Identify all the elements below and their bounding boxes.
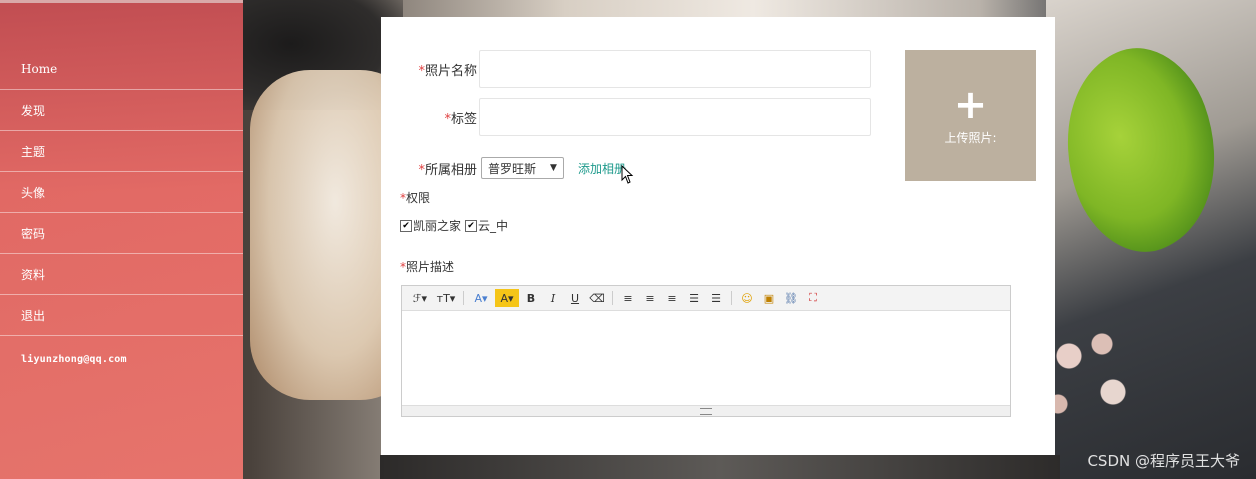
sidebar-item-label: 密码	[21, 226, 46, 241]
upload-photo-button[interactable]: + 上传照片:	[905, 50, 1036, 181]
photo-name-label: *照片名称	[415, 60, 477, 79]
description-label: *照片描述	[400, 258, 454, 275]
sidebar-item-label: 主题	[21, 144, 46, 159]
album-select-value: 普罗旺斯	[488, 161, 537, 176]
align-right-icon[interactable]: ≡	[662, 289, 682, 307]
eraser-icon[interactable]: ⌫	[587, 289, 607, 307]
align-left-icon[interactable]: ≡	[618, 289, 638, 307]
permission-option-label: 凯丽之家	[413, 219, 462, 233]
sidebar-item-logout[interactable]: 退出	[0, 295, 243, 336]
permission-label: *权限	[400, 189, 430, 206]
permission-label-text: 权限	[406, 191, 431, 205]
font-color-icon[interactable]: A▾	[469, 289, 493, 307]
description-label-row: *照片描述	[400, 258, 454, 275]
checkbox-checked-icon[interactable]: ✔	[400, 219, 412, 232]
tag-label-text: 标签	[450, 111, 477, 127]
permission-option-2[interactable]: ✔ 云_中	[465, 217, 508, 234]
album-label: *所属相册	[415, 159, 477, 178]
link-icon[interactable]: ⛓	[781, 289, 801, 307]
sidebar-item-label: 资料	[21, 267, 46, 282]
toolbar-divider	[612, 291, 613, 305]
tag-label: *标签	[415, 108, 477, 127]
toolbar-divider	[463, 291, 464, 305]
sidebar-item-label: 退出	[21, 308, 46, 323]
underline-icon[interactable]: U	[565, 289, 585, 307]
sidebar-item-avatar[interactable]: 头像	[0, 172, 243, 213]
resize-grip-icon[interactable]	[700, 408, 712, 415]
upload-photo-card: *照片名称 *标签 *所属相册 普罗旺斯 ▼ 添加相册 *权限 ✔ 凯丽之家 ✔…	[381, 17, 1055, 455]
mouse-cursor-icon	[621, 165, 634, 184]
highlight-color-icon[interactable]: A▾	[495, 289, 519, 307]
emoticon-icon[interactable]: ☺	[737, 289, 757, 307]
italic-icon[interactable]: I	[543, 289, 563, 307]
photo-name-row: *照片名称	[415, 50, 871, 88]
editor-content-area[interactable]	[402, 311, 1010, 405]
checkbox-checked-icon[interactable]: ✔	[465, 219, 478, 232]
album-label-text: 所属相册	[424, 162, 477, 178]
photo-name-input[interactable]	[479, 50, 871, 88]
sidebar-item-password[interactable]: 密码	[0, 213, 243, 254]
editor-statusbar	[402, 405, 1010, 416]
fullscreen-icon[interactable]: ⛶	[803, 289, 823, 307]
permission-option-1[interactable]: ✔ 凯丽之家	[400, 217, 461, 234]
sidebar-topbar	[0, 0, 243, 3]
user-email: liyunzhong@qq.com	[21, 354, 127, 365]
bold-icon[interactable]: B	[521, 289, 541, 307]
sidebar-item-profile[interactable]: 资料	[0, 254, 243, 295]
permission-option-label: 云_中	[478, 219, 509, 233]
sidebar-item-label: 发现	[21, 103, 46, 118]
sidebar-nav: Home 发现 主题 头像 密码 资料 退出	[0, 49, 243, 336]
sidebar-item-discover[interactable]: 发现	[0, 90, 243, 131]
background-bottom-strip	[380, 455, 1060, 479]
watermark: CSDN @程序员王大爷	[1087, 452, 1240, 470]
photo-name-label-text: 照片名称	[424, 63, 477, 79]
permission-label-row: *权限	[400, 189, 430, 206]
sidebar-item-theme[interactable]: 主题	[0, 131, 243, 172]
description-label-text: 照片描述	[406, 260, 455, 274]
sidebar-item-home[interactable]: Home	[0, 49, 243, 90]
tag-row: *标签	[415, 98, 871, 136]
tag-input[interactable]	[479, 98, 871, 136]
unordered-list-icon[interactable]: ☰	[706, 289, 726, 307]
upload-photo-label: 上传照片:	[944, 131, 997, 145]
ordered-list-icon[interactable]: ☰	[684, 289, 704, 307]
album-select[interactable]: 普罗旺斯 ▼	[481, 157, 564, 179]
plus-icon: +	[953, 82, 988, 128]
font-size-icon[interactable]: тT▾	[434, 289, 458, 307]
permission-options: ✔ 凯丽之家 ✔ 云_中	[400, 217, 512, 234]
sidebar-item-label: Home	[21, 62, 58, 76]
align-center-icon[interactable]: ≡	[640, 289, 660, 307]
font-family-icon[interactable]: ℱ▾	[408, 289, 432, 307]
add-album-link[interactable]: 添加相册	[578, 160, 626, 177]
toolbar-divider	[731, 291, 732, 305]
sidebar: Home 发现 主题 头像 密码 资料 退出 liyunzhong@qq.com	[0, 0, 243, 479]
editor-toolbar: ℱ▾ тT▾ A▾ A▾ B I U ⌫ ≡ ≡ ≡ ☰ ☰ ☺ ▣ ⛓ ⛶	[402, 286, 1010, 311]
image-icon[interactable]: ▣	[759, 289, 779, 307]
chevron-down-icon: ▼	[550, 163, 557, 173]
rich-text-editor: ℱ▾ тT▾ A▾ A▾ B I U ⌫ ≡ ≡ ≡ ☰ ☰ ☺ ▣ ⛓ ⛶	[401, 285, 1011, 417]
sidebar-item-label: 头像	[21, 185, 46, 200]
album-row: *所属相册 普罗旺斯 ▼ 添加相册	[415, 157, 626, 179]
